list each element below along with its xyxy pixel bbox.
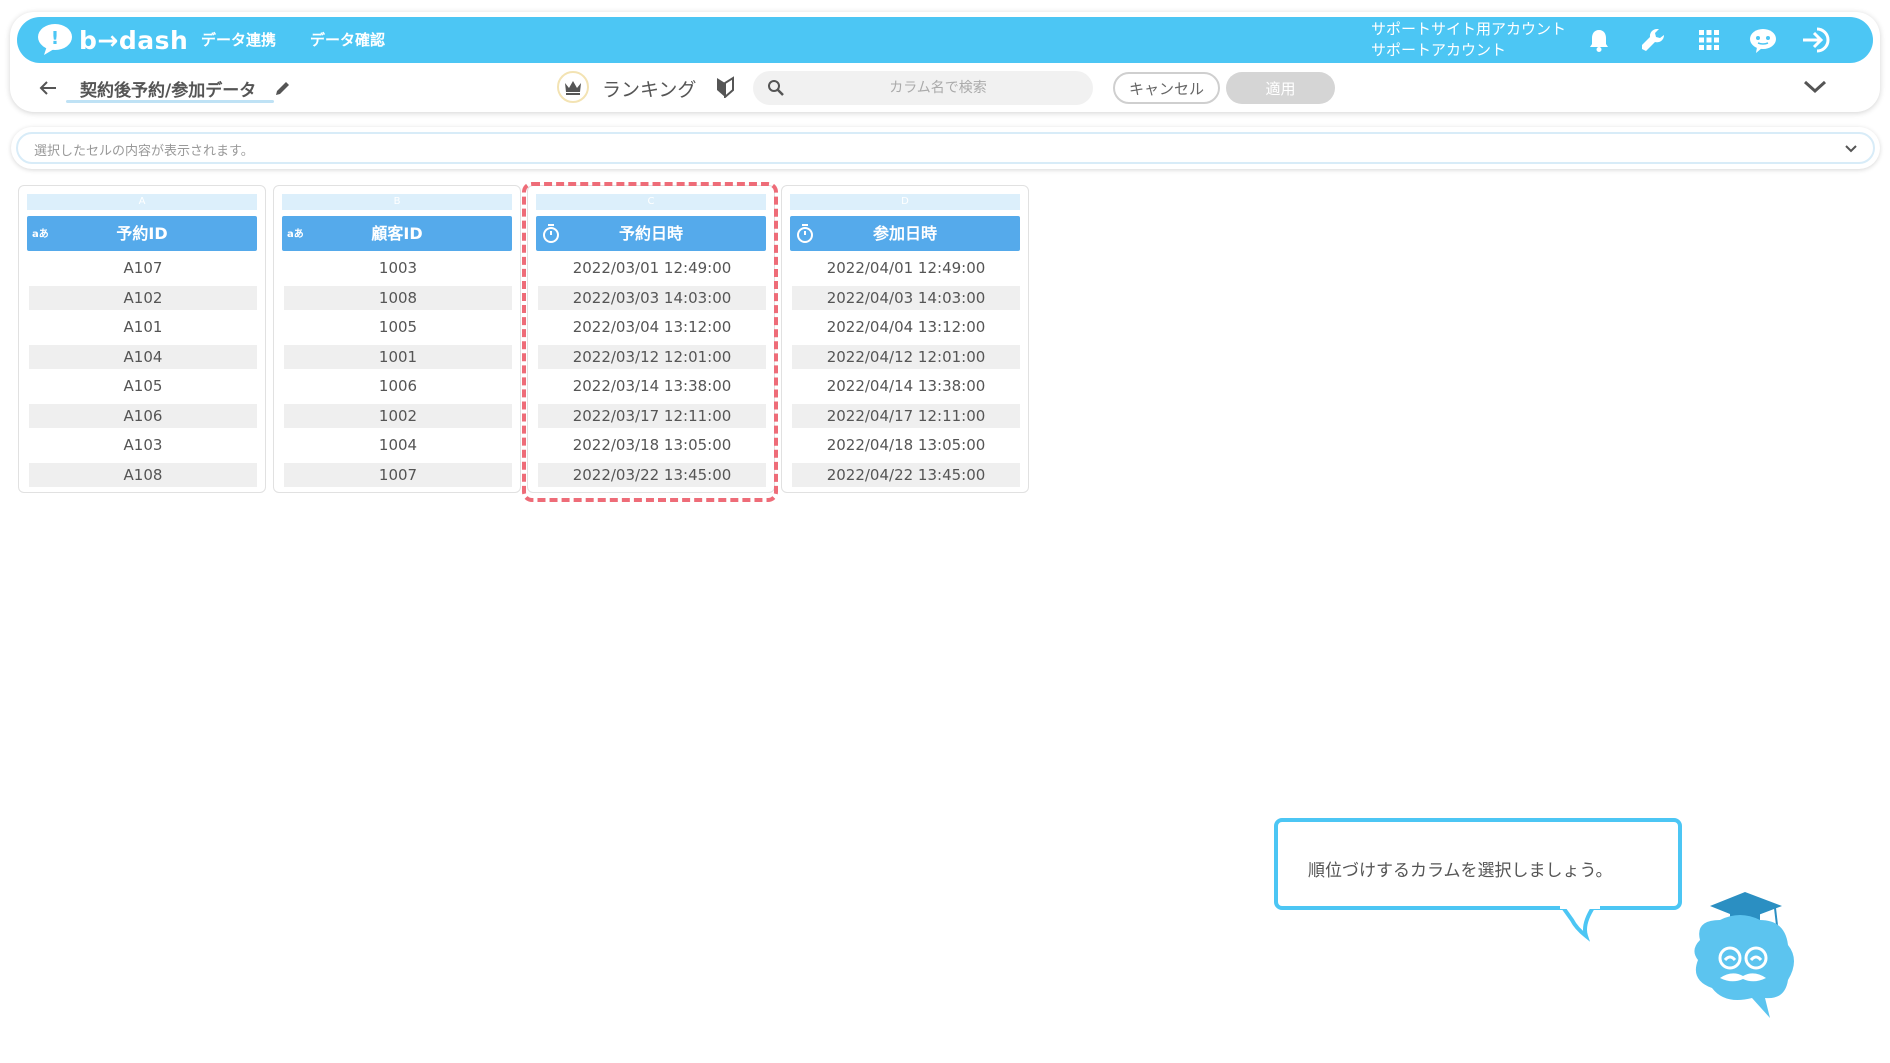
column-name: 参加日時	[872, 224, 937, 243]
table-cell[interactable]: A107	[29, 256, 257, 280]
table-cell[interactable]: 1006	[284, 374, 512, 398]
tooltip-tail	[1560, 906, 1600, 942]
table-cell[interactable]: 1001	[284, 344, 512, 369]
table-cell[interactable]: 2022/04/01 12:49:00	[792, 256, 1020, 280]
column-header[interactable]: aあ 予約ID	[27, 216, 257, 251]
table-cell[interactable]: 2022/04/14 13:38:00	[792, 374, 1020, 398]
back-arrow-icon[interactable]	[38, 80, 58, 96]
column-card-a[interactable]: Aaあ 予約ID A107 A102 A101 A104 A105 A106 A103 A108	[18, 185, 266, 493]
table-cell[interactable]: 1004	[284, 433, 512, 457]
column-header[interactable]: aあ 顧客ID	[282, 216, 512, 251]
table-cell[interactable]: 2022/04/18 13:05:00	[792, 433, 1020, 457]
chevron-down-icon[interactable]	[1802, 78, 1828, 96]
account-info[interactable]: サポートサイト用アカウント サポートアカウント	[1371, 19, 1566, 61]
table-cell[interactable]: 1002	[284, 403, 512, 428]
column-name: 予約ID	[116, 224, 168, 243]
logout-icon[interactable]	[1801, 24, 1833, 56]
tooltip-text: 順位づけするカラムを選択しましょう。	[1308, 861, 1613, 881]
logo-text: b→dash	[79, 25, 189, 55]
table-cell[interactable]: A103	[29, 433, 257, 457]
column-card-d[interactable]: D 参加日時 2022/04/01 12:49:00 2022/04/03 14:03…	[781, 185, 1029, 493]
table-cell[interactable]: 1005	[284, 315, 512, 339]
table-cell[interactable]: 2022/04/04 13:12:00	[792, 315, 1020, 339]
table-cell[interactable]: 2022/04/22 13:45:00	[792, 462, 1020, 487]
bell-icon[interactable]	[1583, 24, 1615, 56]
column-name: 顧客ID	[371, 224, 423, 243]
nav-data-check[interactable]: データ確認	[310, 29, 385, 50]
edit-pencil-icon[interactable]	[274, 79, 292, 97]
page-title[interactable]: 契約後予約/参加データ	[80, 76, 256, 101]
search-icon	[768, 80, 784, 96]
ranking-crown-icon	[557, 71, 589, 103]
ranking-label: ランキング	[602, 79, 697, 101]
chevron-down-icon[interactable]	[1844, 144, 1858, 154]
cancel-button[interactable]: キャンセル	[1113, 72, 1220, 104]
mascot-character	[1694, 892, 1794, 1018]
column-letter: A	[27, 194, 257, 210]
column-letter: B	[282, 194, 512, 210]
cell-content-bar: 選択したセルの内容が表示されます。	[11, 127, 1880, 169]
table-cell[interactable]: A102	[29, 285, 257, 310]
account-name: サポートアカウント	[1371, 41, 1507, 59]
apply-button[interactable]: 適用	[1226, 72, 1335, 104]
table-cell[interactable]: 2022/04/03 14:03:00	[792, 285, 1020, 310]
table-cell[interactable]: A101	[29, 315, 257, 339]
column-card-b[interactable]: Baあ 顧客ID 1003 1008 1005 1001 1006 1002 1004 1007	[273, 185, 521, 493]
table-cell[interactable]: 1007	[284, 462, 512, 487]
search-input[interactable]	[793, 71, 1083, 105]
account-site-label: サポートサイト用アカウント	[1371, 20, 1567, 38]
table-cell[interactable]: 1003	[284, 256, 512, 280]
bdash-logo[interactable]: ! b→dash	[35, 20, 188, 60]
title-underline	[66, 100, 274, 103]
cell-content-text: 選択したセルの内容が表示されます。	[34, 144, 254, 159]
guide-tooltip: 順位づけするカラムを選択しましょう。	[1274, 818, 1682, 910]
column-search-box	[753, 71, 1093, 105]
table-cell[interactable]: 2022/04/12 12:01:00	[792, 344, 1020, 369]
nav-data-integration[interactable]: データ連携	[201, 29, 276, 50]
top-navigation-bar: ! b→dash データ連携 データ確認 サポートサイト用アカウント サポートア…	[17, 17, 1873, 63]
table-cell[interactable]: A105	[29, 374, 257, 398]
mascot-help-icon[interactable]	[1747, 24, 1779, 56]
column-header[interactable]: 参加日時	[790, 216, 1020, 251]
beginner-mark-icon[interactable]	[715, 76, 735, 98]
apps-grid-icon[interactable]	[1693, 24, 1725, 56]
svg-text:!: !	[51, 28, 59, 49]
table-cell[interactable]: A108	[29, 462, 257, 487]
column-letter: D	[790, 194, 1020, 210]
table-cell[interactable]: A104	[29, 344, 257, 369]
wrench-icon[interactable]	[1637, 24, 1669, 56]
table-cell[interactable]: 2022/04/17 12:11:00	[792, 403, 1020, 428]
highlighted-column-outline	[522, 182, 778, 502]
logo-bubble-icon: !	[38, 24, 72, 55]
table-cell[interactable]: 1008	[284, 285, 512, 310]
cell-content-field[interactable]: 選択したセルの内容が表示されます。	[16, 132, 1875, 164]
table-cell[interactable]: A106	[29, 403, 257, 428]
